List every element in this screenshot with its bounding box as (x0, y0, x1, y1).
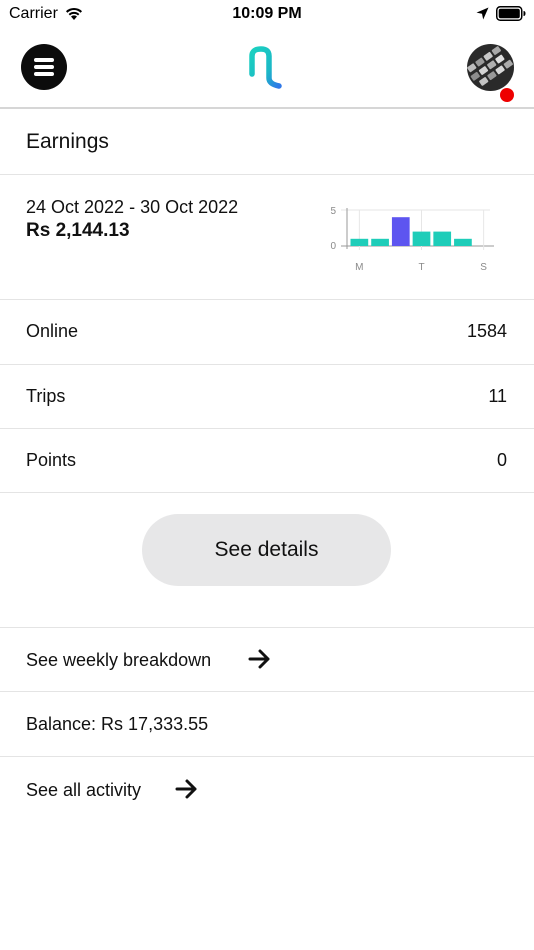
points-label: Points (26, 450, 77, 470)
earnings-period: 24 Oct 2022 - 30 Oct 2022 (26, 197, 239, 217)
hamburger-icon-bar (34, 72, 54, 76)
see-all-activity-label: See all activity (26, 780, 142, 800)
chart-bar (391, 217, 410, 246)
profile-avatar[interactable] (467, 44, 514, 91)
points-row: Points 0 (0, 429, 534, 493)
see-details-button[interactable]: See details (142, 514, 391, 586)
chart-y-tick-label: 5 (330, 206, 336, 217)
online-value: 1584 (466, 321, 507, 341)
chart-x-tick-label: T (418, 262, 424, 273)
points-value: 0 (496, 450, 507, 470)
earnings-total: Rs 2,144.13 (26, 220, 130, 241)
earnings-title: Earnings (26, 130, 109, 153)
see-all-activity-link[interactable]: See all activity (0, 757, 534, 821)
weekly-breakdown-label: See weekly breakdown (26, 650, 212, 670)
chart-y-tick-label: 0 (330, 241, 336, 252)
app-header (0, 28, 534, 109)
trips-value: 11 (488, 386, 507, 406)
online-row: Online 1584 (0, 300, 534, 365)
chart-bar (350, 238, 369, 246)
brand-logo-icon (249, 46, 282, 89)
battery-icon (496, 6, 526, 21)
status-time: 10:09 PM (232, 5, 302, 22)
chart-x-tick-label: M (355, 262, 363, 273)
trips-row: Trips 11 (0, 365, 534, 429)
chart-bar (454, 238, 472, 246)
chart-x-tick-label: S (480, 262, 487, 273)
arrow-right-icon (175, 779, 197, 799)
status-bar: Carrier 10:09 PM (0, 0, 534, 28)
weekly-breakdown-link[interactable]: See weekly breakdown (0, 628, 534, 692)
hamburger-icon (34, 58, 54, 62)
chart-bar (412, 231, 431, 246)
weekly-earnings-chart: 5 0 M T S (330, 206, 494, 273)
hamburger-icon-bar (34, 65, 54, 69)
online-label: Online (26, 321, 79, 341)
trips-label: Trips (26, 386, 66, 406)
arrow-right-icon (248, 649, 270, 669)
location-arrow-icon (476, 7, 489, 20)
balance-row: Balance: Rs 17,333.55 (0, 692, 534, 757)
notification-dot (500, 88, 514, 102)
profile-avatar-icon (467, 44, 514, 91)
chart-bar (433, 231, 452, 246)
chart-bar (371, 238, 389, 246)
balance-label: Balance: Rs 17,333.55 (26, 714, 209, 734)
menu-button[interactable] (21, 44, 67, 90)
